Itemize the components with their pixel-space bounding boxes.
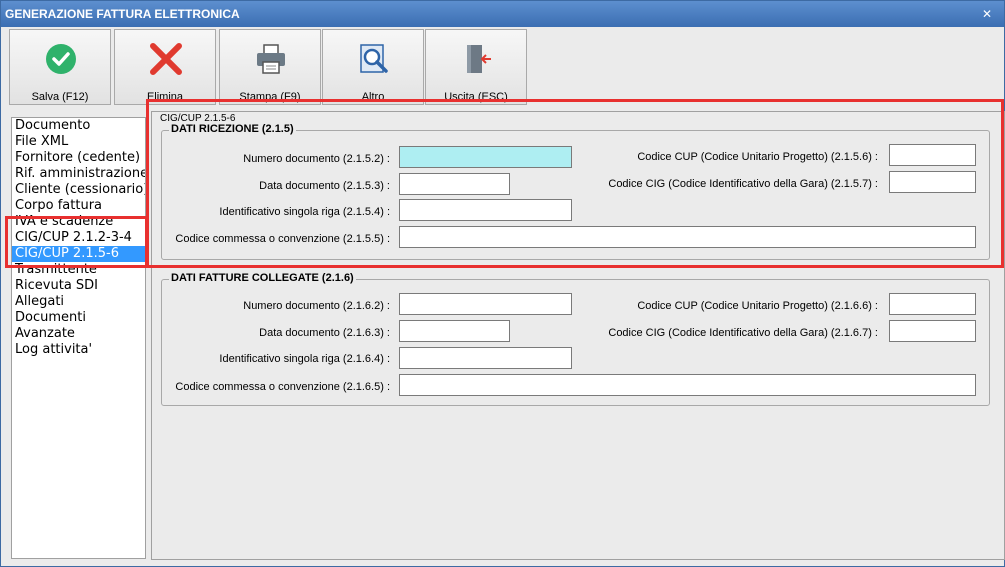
list-item[interactable]: Allegati (12, 294, 145, 310)
list-item[interactable]: CIG/CUP 2.1.2-3-4 (12, 230, 145, 246)
main-window: GENERAZIONE FATTURA ELETTRONICA ✕ Salva … (0, 0, 1005, 567)
list-item[interactable]: Fornitore (cedente) (12, 150, 145, 166)
codice-cig-label: Codice CIG (Codice Identificativo della … (608, 327, 878, 339)
identificativo-riga-input[interactable] (399, 199, 572, 221)
numero-documento-input[interactable] (399, 293, 572, 315)
numero-documento-label: Numero documento (2.1.5.2) : (243, 153, 390, 165)
exit-door-icon (467, 45, 491, 73)
group-title: DATI FATTURE COLLEGATE (2.1.6) (169, 272, 356, 284)
exit-button-label: Uscita (ESC) (444, 91, 508, 103)
other-button[interactable]: Altro (322, 29, 424, 105)
list-item[interactable]: Documenti (12, 310, 145, 326)
window-title: GENERAZIONE FATTURA ELETTRONICA (5, 7, 240, 21)
codice-cup-input[interactable] (889, 293, 976, 315)
print-button-label: Stampa (F9) (239, 91, 301, 103)
search-icon (360, 44, 388, 73)
codice-cig-input[interactable] (889, 171, 976, 193)
delete-button[interactable]: Elimina (114, 29, 216, 105)
data-documento-label: Data documento (2.1.6.3) : (259, 327, 390, 339)
list-item[interactable]: Avanzate (12, 326, 145, 342)
codice-cup-label: Codice CUP (Codice Unitario Progetto) (2… (637, 300, 878, 312)
group-title: DATI RICEZIONE (2.1.5) (169, 123, 296, 135)
print-button[interactable]: Stampa (F9) (219, 29, 321, 105)
codice-commessa-label: Codice commessa o convenzione (2.1.6.5) … (175, 381, 390, 393)
section-list[interactable]: Documento File XML Fornitore (cedente) R… (11, 117, 146, 559)
identificativo-riga-label: Identificativo singola riga (2.1.6.4) : (219, 353, 390, 365)
other-button-label: Altro (361, 91, 385, 103)
list-item[interactable]: IVA e scadenze (12, 214, 145, 230)
data-documento-input[interactable] (399, 173, 510, 195)
list-item[interactable]: Corpo fattura (12, 198, 145, 214)
codice-commessa-label: Codice commessa o convenzione (2.1.5.5) … (175, 233, 390, 245)
list-item[interactable]: Ricevuta SDI (12, 278, 145, 294)
exit-button[interactable]: Uscita (ESC) (425, 29, 527, 105)
printer-icon (257, 44, 285, 74)
check-icon (46, 44, 76, 74)
codice-cig-input[interactable] (889, 320, 976, 342)
codice-cig-label: Codice CIG (Codice Identificativo della … (608, 178, 878, 190)
data-documento-input[interactable] (399, 320, 510, 342)
list-item[interactable]: Log attivita' (12, 342, 145, 358)
codice-cup-label: Codice CUP (Codice Unitario Progetto) (2… (637, 151, 878, 163)
codice-commessa-input[interactable] (399, 374, 976, 396)
data-documento-label: Data documento (2.1.5.3) : (259, 180, 390, 192)
numero-documento-input[interactable] (399, 146, 572, 168)
list-item[interactable]: Documento (12, 118, 145, 134)
delete-x-icon (150, 43, 182, 75)
title-bar: GENERAZIONE FATTURA ELETTRONICA ✕ (1, 1, 1004, 27)
list-item-selected[interactable]: CIG/CUP 2.1.5-6 (12, 246, 145, 262)
identificativo-riga-label: Identificativo singola riga (2.1.5.4) : (219, 206, 390, 218)
identificativo-riga-input[interactable] (399, 347, 572, 369)
list-item[interactable]: Cliente (cessionario) (12, 182, 145, 198)
close-icon[interactable]: ✕ (980, 7, 994, 21)
list-item[interactable]: File XML (12, 134, 145, 150)
save-button-label: Salva (F12) (31, 91, 89, 103)
codice-cup-input[interactable] (889, 144, 976, 166)
delete-button-label: Elimina (146, 91, 184, 103)
codice-commessa-input[interactable] (399, 226, 976, 248)
list-item[interactable]: Rif. amministrazione (12, 166, 145, 182)
list-item[interactable]: Trasmittente (12, 262, 145, 278)
numero-documento-label: Numero documento (2.1.6.2) : (243, 300, 390, 312)
save-button[interactable]: Salva (F12) (9, 29, 111, 105)
